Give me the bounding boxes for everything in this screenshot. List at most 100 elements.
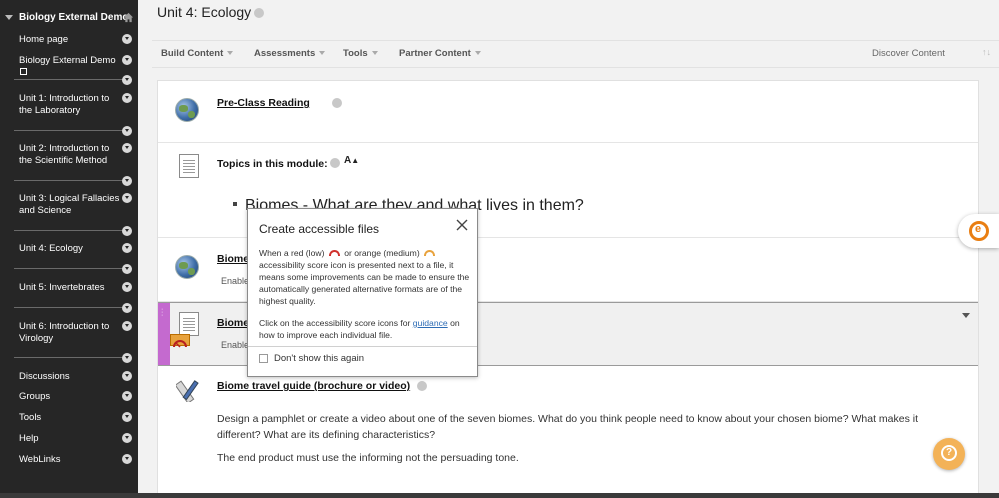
dialog-text: Click on the accessibility score icons f… <box>259 318 411 328</box>
chevron-down-icon[interactable] <box>417 381 427 391</box>
chevron-down-icon[interactable] <box>122 193 132 203</box>
chevron-down-icon[interactable] <box>254 8 265 18</box>
partner-content-button[interactable]: Partner Content <box>399 48 481 59</box>
sidebar-item-home-page[interactable]: Home page <box>0 34 138 46</box>
sort-icon[interactable]: ↑↓ <box>982 47 991 57</box>
sidebar-item-unit-4[interactable]: Unit 4: Ecology <box>0 243 138 255</box>
tools-button[interactable]: Tools <box>343 48 378 59</box>
chevron-down-icon[interactable] <box>122 353 132 363</box>
question-icon: ? <box>941 445 957 461</box>
discover-content-button[interactable]: Discover Content <box>872 48 945 59</box>
content-item-title[interactable]: Biome <box>217 253 249 265</box>
sidebar-item-discussions[interactable]: Discussions <box>0 371 138 383</box>
close-icon[interactable] <box>455 218 469 232</box>
sidebar-item-biology-external-demo[interactable]: Biology External Demo <box>0 55 138 79</box>
content-item-description: Enable <box>221 340 250 350</box>
text-sort-icon[interactable]: A▲ <box>344 155 359 166</box>
home-icon[interactable] <box>123 12 134 23</box>
content-item-title-text: Biome travel guide (brochure or video) <box>217 380 411 392</box>
caret-down-icon <box>474 51 481 55</box>
caret-down-icon <box>371 51 378 55</box>
accessibility-score-icon[interactable] <box>170 334 190 348</box>
page-title-text: Unit 4: Ecology <box>157 4 252 20</box>
sidebar-item-groups[interactable]: Groups <box>0 391 138 403</box>
content-item-title-text: Pre-Class Reading <box>217 97 310 109</box>
chevron-down-icon[interactable] <box>122 55 132 65</box>
chevron-down-icon[interactable] <box>122 391 132 401</box>
sidebar-item-unit-6[interactable]: Unit 6: Introduction to Virology <box>0 321 138 345</box>
chevron-down-icon[interactable] <box>122 282 132 292</box>
chevron-down-icon[interactable] <box>122 264 132 274</box>
chevron-down-icon[interactable] <box>329 158 340 168</box>
chevron-down-icon[interactable] <box>122 75 132 85</box>
chevron-down-icon[interactable] <box>122 176 132 186</box>
chevron-down-icon[interactable] <box>122 93 132 103</box>
topics-title-text: Topics in this module: <box>217 158 328 170</box>
checkbox-icon <box>20 68 27 75</box>
sidebar-item-unit-2[interactable]: Unit 2: Introduction to the Scientific M… <box>0 143 138 167</box>
sidebar-item-unit-1[interactable]: Unit 1: Introduction to the Laboratory <box>0 93 138 117</box>
chevron-down-icon[interactable] <box>122 303 132 313</box>
chevron-down-icon[interactable] <box>122 126 132 136</box>
dialog-text: accessibility score icon is presented ne… <box>259 260 470 306</box>
accessible-files-dialog: Create accessible files When a red (low)… <box>247 208 478 377</box>
content-item-title[interactable]: Biome <box>217 317 249 329</box>
build-content-label: Build Content <box>161 48 224 59</box>
sidebar-item-label: Unit 4: Ecology <box>19 243 83 254</box>
caret-down-icon[interactable] <box>962 313 970 318</box>
sidebar-item-weblinks[interactable]: WebLinks <box>0 454 138 466</box>
page-title: Unit 4: Ecology <box>157 4 265 20</box>
content-item-description: Enable <box>221 276 250 286</box>
chevron-down-icon[interactable] <box>122 454 132 464</box>
travel-guide-description: Design a pamphlet or create a video abou… <box>217 413 919 441</box>
sidebar-item-unit-3[interactable]: Unit 3: Logical Fallacies and Science <box>0 193 138 217</box>
chevron-down-icon[interactable] <box>122 412 132 422</box>
chevron-down-icon[interactable] <box>122 143 132 153</box>
dont-show-again-checkbox[interactable] <box>259 354 268 363</box>
dialog-title: Create accessible files <box>259 222 380 236</box>
dialog-text: or orange (medium) <box>344 248 420 258</box>
bottom-bar <box>0 493 999 498</box>
ally-button[interactable]: e <box>958 214 999 248</box>
sidebar-item-label: Unit 3: Logical Fallacies and Science <box>19 193 120 216</box>
course-menu: Biology External Demo Home page Biology … <box>0 0 138 498</box>
tools-label: Tools <box>343 48 368 59</box>
dialog-body: When a red (low) or orange (medium) acce… <box>259 247 471 307</box>
globe-icon <box>175 98 199 122</box>
content-item-title-text: Biome <box>217 317 250 329</box>
dont-show-again-label[interactable]: Don't show this again <box>274 353 364 364</box>
sidebar-item-label: Unit 2: Introduction to the Scientific M… <box>19 143 110 166</box>
chevron-down-icon[interactable] <box>122 243 132 253</box>
divider <box>14 307 132 308</box>
sidebar-item-help[interactable]: Help <box>0 433 138 445</box>
content-item-title[interactable]: Pre-Class Reading <box>217 97 310 109</box>
sidebar-item-label: Home page <box>19 34 69 45</box>
orange-gauge-icon <box>424 250 436 256</box>
course-title[interactable]: Biology External Demo <box>0 6 138 30</box>
sidebar-item-tools[interactable]: Tools <box>0 412 138 424</box>
dialog-body-2: Click on the accessibility score icons f… <box>259 317 471 341</box>
chevron-down-icon[interactable] <box>122 371 132 381</box>
sidebar-item-unit-5[interactable]: Unit 5: Invertebrates <box>0 282 138 294</box>
collapse-triangle-icon[interactable] <box>5 15 13 20</box>
travel-guide-requirement: The end product must use the informing n… <box>217 452 519 464</box>
build-content-button[interactable]: Build Content <box>161 48 234 59</box>
red-gauge-icon <box>328 250 340 256</box>
guidance-link[interactable]: guidance <box>413 318 448 328</box>
help-button[interactable]: ? <box>933 438 965 470</box>
chevron-down-icon[interactable] <box>122 321 132 331</box>
chevron-down-icon[interactable] <box>332 98 342 108</box>
drag-handle[interactable] <box>158 303 170 365</box>
assessments-button[interactable]: Assessments <box>254 48 326 59</box>
chevron-down-icon[interactable] <box>122 34 132 44</box>
divider <box>14 230 132 231</box>
sidebar-item-label: WebLinks <box>19 454 61 465</box>
chevron-down-icon[interactable] <box>122 226 132 236</box>
sidebar-item-label: Unit 1: Introduction to the Laboratory <box>19 93 110 116</box>
divider <box>248 346 477 347</box>
topics-title: Topics in this module: <box>217 158 340 170</box>
content-item: Pre-Class Reading <box>158 81 978 143</box>
content-item-title[interactable]: Biome travel guide (brochure or video) <box>217 380 410 392</box>
partner-content-label: Partner Content <box>399 48 471 59</box>
chevron-down-icon[interactable] <box>122 433 132 443</box>
